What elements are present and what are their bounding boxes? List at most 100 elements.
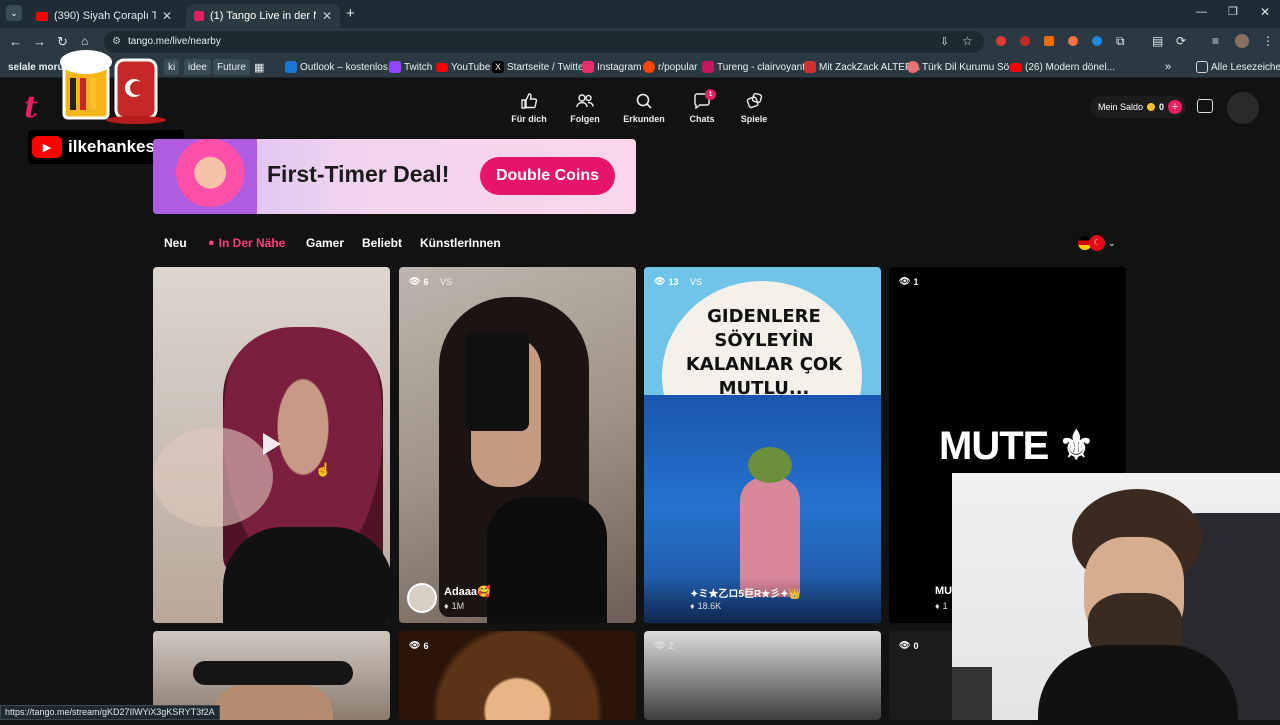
bookmark-star-icon[interactable]: ☆: [962, 34, 973, 48]
forward-button[interactable]: →: [33, 34, 46, 49]
nav-label: Erkunden: [623, 114, 665, 124]
bookmark-item[interactable]: Twitch: [389, 60, 432, 74]
balance-widget[interactable]: Mein Saldo 0 +: [1090, 96, 1186, 118]
nav-label: Folgen: [570, 114, 600, 124]
stream-card[interactable]: 👁 2: [644, 631, 881, 720]
bookmark-item[interactable]: Instagram: [582, 60, 641, 74]
streamer-shirt-image: [1038, 645, 1238, 725]
maximize-button[interactable]: ❐: [1228, 5, 1238, 18]
media-control-icon[interactable]: ≡: [1212, 34, 1219, 48]
bookmark-item[interactable]: (26) Modern dönel...: [1010, 60, 1115, 74]
side-panel-icon[interactable]: ▤: [1152, 34, 1163, 48]
tab-title: (390) Siyah Çoraplı Türbanlı M...: [54, 10, 156, 22]
extension-icon[interactable]: [1044, 36, 1054, 46]
coin-icon: [1146, 103, 1155, 111]
bookmark-label: ki: [168, 61, 176, 73]
apps-grid-icon[interactable]: ▦: [254, 60, 264, 74]
games-icon: [746, 92, 763, 109]
close-tab-icon[interactable]: ✕: [162, 9, 172, 23]
extension-icon[interactable]: [1020, 36, 1030, 46]
balance-label: Mein Saldo: [1097, 102, 1143, 112]
stream-card[interactable]: 👁 6 VS Adaaa🥰 ♦ 1M: [399, 267, 636, 623]
back-button[interactable]: ←: [9, 34, 22, 49]
avatar[interactable]: [1227, 92, 1259, 124]
nav-label: Für dich: [511, 114, 547, 124]
nav-folgen[interactable]: Folgen: [555, 92, 615, 124]
browser-tab-youtube[interactable]: (390) Siyah Çoraplı Türbanlı M... ✕: [28, 4, 180, 28]
add-coins-icon[interactable]: +: [1168, 100, 1182, 114]
viewer-count: 👁 2: [654, 640, 673, 651]
bookmark-label: idee: [188, 61, 207, 73]
promo-banner[interactable]: First-Timer Deal! Double Coins: [153, 139, 636, 214]
artwork-line: KALANLAR ÇOK: [685, 354, 843, 375]
play-icon[interactable]: [263, 433, 281, 455]
mute-text: MUTE ⚜: [939, 424, 1094, 468]
tango-logo[interactable]: t: [24, 90, 38, 125]
nav-fuer-dich[interactable]: Für dich: [499, 92, 559, 124]
bookmark-item[interactable]: Mit ZackZack ALTER...: [804, 60, 921, 74]
menu-kebab-icon[interactable]: ⋮: [1262, 34, 1274, 48]
bookmark-folder[interactable]: Future: [213, 59, 250, 75]
new-tab-button[interactable]: +: [346, 5, 355, 22]
bookmark-item[interactable]: Tureng - clairvoyant...: [702, 60, 813, 74]
bookmark-folder[interactable]: idee: [184, 59, 211, 75]
tab-gamer[interactable]: Gamer: [306, 236, 344, 250]
diamond-icon: ♦: [444, 601, 449, 611]
nav-spiele[interactable]: Spiele: [724, 92, 784, 124]
chevron-down-icon: ⌄: [1108, 237, 1116, 248]
nav-chats[interactable]: Chats 1: [672, 89, 732, 124]
bookmark-item[interactable]: Türk Dil Kurumu Sö...: [907, 60, 1018, 74]
bookmark-label: Outlook – kostenlos...: [300, 61, 397, 73]
tab-beliebt[interactable]: Beliebt: [362, 236, 402, 250]
beer-tea-sticker-image: [58, 44, 168, 124]
tab-kuenstlerinnen[interactable]: KünstlerInnen: [420, 236, 501, 250]
eye-icon: 👁: [899, 276, 911, 286]
channel-name: ilkehankesit: [68, 137, 166, 156]
close-tab-icon[interactable]: ✕: [322, 9, 332, 23]
nav-erkunden[interactable]: Erkunden: [614, 92, 674, 124]
close-window-button[interactable]: ✕: [1260, 5, 1270, 19]
diamond-icon: ♦: [935, 601, 940, 611]
streamer-name: MU: [935, 585, 953, 597]
extension-icon[interactable]: [1092, 36, 1102, 46]
stream-card[interactable]: 👁 0: [889, 631, 959, 720]
bookmark-item[interactable]: X Startseite / Twitter: [492, 60, 587, 74]
x-twitter-icon: X: [492, 61, 504, 73]
stream-card[interactable]: 👁 6: [399, 631, 636, 720]
extensions-puzzle-icon[interactable]: ⧉: [1116, 34, 1125, 49]
bookmark-item[interactable]: r/popular: [643, 60, 697, 74]
eye-icon: 👁: [409, 640, 421, 650]
bookmark-label: Future: [217, 61, 246, 73]
viewer-count-value: 13: [668, 276, 679, 287]
bookmark-item[interactable]: YouTube: [436, 60, 490, 74]
folder-icon: [1196, 61, 1208, 73]
viewer-count-value: 2: [668, 640, 674, 651]
install-app-icon[interactable]: ⇩: [940, 35, 949, 48]
viewer-count: 👁 0: [899, 640, 918, 651]
all-bookmarks-button[interactable]: Alle Lesezeichen: [1196, 60, 1280, 74]
stream-card[interactable]: GIDENLERE SÖYLEYİN KALANLAR ÇOK MUTLU...…: [644, 267, 881, 623]
viewer-count: 👁 6: [409, 276, 428, 287]
bookmark-label: Türk Dil Kurumu Sö...: [922, 61, 1018, 73]
extension-icon[interactable]: [1068, 36, 1078, 46]
address-bar[interactable]: ⚙ tango.me/live/nearby ⇩ ☆: [104, 31, 984, 53]
profile-sync-icon[interactable]: ⟳: [1176, 34, 1186, 48]
avatar[interactable]: [1235, 34, 1249, 48]
artwork-text: GIDENLERE SÖYLEYİN KALANLAR ÇOK MUTLU...: [674, 305, 854, 401]
tab-in-der-naehe[interactable]: ● In Der Nähe: [208, 236, 285, 250]
more-bookmarks-icon[interactable]: »: [1165, 60, 1171, 74]
zackzack-icon: [804, 61, 816, 73]
minimize-button[interactable]: —: [1196, 6, 1207, 18]
tab-label: In Der Nähe: [218, 236, 286, 250]
browser-tab-tango[interactable]: (1) Tango Live in der Nähe: Spr... ✕: [186, 4, 340, 28]
news-feed-icon[interactable]: [1197, 99, 1213, 113]
tab-neu[interactable]: Neu: [164, 236, 187, 250]
diamond-count-value: 18.6K: [697, 601, 722, 611]
country-filter[interactable]: ☾ ⌄: [1078, 234, 1122, 252]
tab-search-button[interactable]: ⌄: [6, 5, 22, 21]
extension-icon[interactable]: [996, 36, 1006, 46]
double-coins-button[interactable]: Double Coins: [480, 157, 615, 195]
bookmark-item[interactable]: Outlook – kostenlos...: [285, 60, 396, 74]
eye-icon: 👁: [654, 640, 666, 650]
stream-card[interactable]: ☝: [153, 267, 390, 623]
